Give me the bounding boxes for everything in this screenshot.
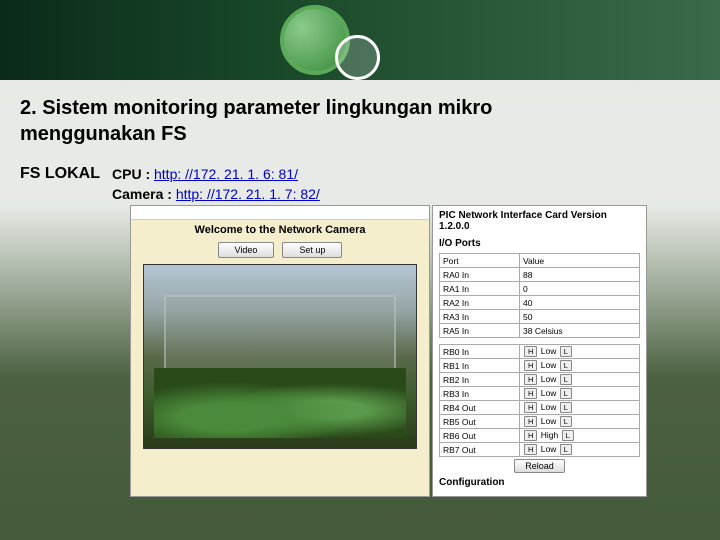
reload-button[interactable]: Reload <box>514 459 565 473</box>
port-cell: RA5 In <box>440 324 520 338</box>
table-row: RB2 InH Low L <box>440 373 640 387</box>
cpu-link[interactable]: http: //172. 21. 1. 6: 81/ <box>154 166 298 182</box>
camera-buttons: Video Set up <box>131 240 429 264</box>
table-row: RA3 In50 <box>440 310 640 324</box>
low-button[interactable]: L <box>560 388 572 399</box>
table-row: RA1 In0 <box>440 282 640 296</box>
camera-link[interactable]: http: //172. 21. 1. 7: 82/ <box>176 186 320 202</box>
port-cell: RB7 Out <box>440 443 520 457</box>
value-cell: H Low L <box>520 415 640 429</box>
value-cell: H Low L <box>520 401 640 415</box>
io-table: Port Value RA0 In88RA1 In0RA2 In40RA3 In… <box>439 253 640 338</box>
low-button[interactable]: L <box>562 430 574 441</box>
high-button[interactable]: H <box>524 416 537 427</box>
pic-title: PIC Network Interface Card Version 1.2.0… <box>439 210 640 232</box>
low-button[interactable]: L <box>560 346 572 357</box>
table-header-row: Port Value <box>440 254 640 268</box>
video-button[interactable]: Video <box>218 242 275 258</box>
state-label: Low <box>538 360 558 370</box>
port-cell: RB4 Out <box>440 401 520 415</box>
port-cell: RA0 In <box>440 268 520 282</box>
cpu-label: CPU : <box>112 166 154 182</box>
state-label: Low <box>538 402 558 412</box>
screenshot-panels: Welcome to the Network Camera Video Set … <box>130 205 647 497</box>
high-button[interactable]: H <box>524 444 537 455</box>
value-cell: H Low L <box>520 359 640 373</box>
col-port: Port <box>440 254 520 268</box>
slide-content: 2. Sistem monitoring parameter lingkunga… <box>20 95 700 204</box>
value-cell: H Low L <box>520 345 640 359</box>
port-cell: RB1 In <box>440 359 520 373</box>
high-button[interactable]: H <box>524 346 537 357</box>
state-label: Low <box>538 374 558 384</box>
value-cell: 88 <box>520 268 640 282</box>
value-cell: 50 <box>520 310 640 324</box>
table-row: RB6 OutH High L <box>440 429 640 443</box>
value-cell: 0 <box>520 282 640 296</box>
low-button[interactable]: L <box>560 374 572 385</box>
table-row: RB3 InH Low L <box>440 387 640 401</box>
table-row: RB7 OutH Low L <box>440 443 640 457</box>
camera-label: Camera : <box>112 186 176 202</box>
table-row: RB5 OutH Low L <box>440 415 640 429</box>
camera-panel: Welcome to the Network Camera Video Set … <box>130 205 430 497</box>
state-label: High <box>538 430 560 440</box>
port-cell: RB6 Out <box>440 429 520 443</box>
state-label: Low <box>538 416 558 426</box>
state-label: Low <box>538 388 558 398</box>
state-label: Low <box>538 346 558 356</box>
port-cell: RA2 In <box>440 296 520 310</box>
value-cell: H Low L <box>520 387 640 401</box>
port-cell: RA3 In <box>440 310 520 324</box>
col-value: Value <box>520 254 640 268</box>
low-button[interactable]: L <box>560 444 572 455</box>
rb-table: RB0 InH Low LRB1 InH Low LRB2 InH Low LR… <box>439 344 640 457</box>
port-cell: RB2 In <box>440 373 520 387</box>
value-cell: H High L <box>520 429 640 443</box>
io-ports-header: I/O Ports <box>439 238 640 249</box>
value-cell: H Low L <box>520 373 640 387</box>
table-row: RB4 OutH Low L <box>440 401 640 415</box>
low-button[interactable]: L <box>560 402 572 413</box>
table-row: RB0 InH Low L <box>440 345 640 359</box>
title-line1: 2. Sistem monitoring parameter lingkunga… <box>20 97 492 119</box>
port-cell: RA1 In <box>440 282 520 296</box>
camera-topbar <box>131 206 429 220</box>
table-row: RB1 InH Low L <box>440 359 640 373</box>
value-cell: H Low L <box>520 443 640 457</box>
camera-video-feed <box>143 264 417 449</box>
configuration-header: Configuration <box>439 477 640 488</box>
low-button[interactable]: L <box>560 360 572 371</box>
high-button[interactable]: H <box>524 402 537 413</box>
high-button[interactable]: H <box>524 430 537 441</box>
high-button[interactable]: H <box>524 388 537 399</box>
fs-lokal-label: FS LOKAL <box>20 165 100 183</box>
table-row: RA0 In88 <box>440 268 640 282</box>
pic-panel: PIC Network Interface Card Version 1.2.0… <box>432 205 647 497</box>
slide-title: 2. Sistem monitoring parameter lingkunga… <box>20 95 700 147</box>
camera-welcome: Welcome to the Network Camera <box>131 220 429 240</box>
port-cell: RB3 In <box>440 387 520 401</box>
port-cell: RB5 Out <box>440 415 520 429</box>
link-row: FS LOKAL CPU : http: //172. 21. 1. 6: 81… <box>20 165 700 204</box>
state-label: Low <box>538 444 558 454</box>
low-button[interactable]: L <box>560 416 572 427</box>
high-button[interactable]: H <box>524 374 537 385</box>
title-line2: menggunakan FS <box>20 123 187 145</box>
port-cell: RB0 In <box>440 345 520 359</box>
table-row: RA5 In38 Celsius <box>440 324 640 338</box>
links-block: CPU : http: //172. 21. 1. 6: 81/ Camera … <box>112 165 320 204</box>
high-button[interactable]: H <box>524 360 537 371</box>
setup-button[interactable]: Set up <box>282 242 342 258</box>
table-row: RA2 In40 <box>440 296 640 310</box>
value-cell: 40 <box>520 296 640 310</box>
value-cell: 38 Celsius <box>520 324 640 338</box>
